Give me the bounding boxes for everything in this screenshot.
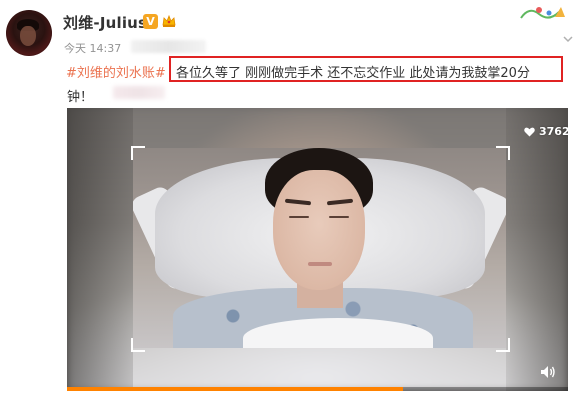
- crown-icon: [162, 14, 176, 27]
- video-progress-fill: [67, 387, 403, 391]
- eye-left: [289, 216, 309, 218]
- mouth: [308, 262, 332, 266]
- avatar-face: [20, 26, 36, 46]
- post-timestamp[interactable]: 今天 14:37: [64, 40, 121, 56]
- video-player[interactable]: 3762: [67, 108, 568, 391]
- eye-right: [329, 216, 349, 218]
- highlight-box: [169, 56, 563, 82]
- video-shade-right: [506, 108, 568, 391]
- like-count: 3762: [539, 125, 568, 138]
- post-text-tail: 钟！: [67, 90, 94, 105]
- decorative-banner-icon: [520, 7, 565, 19]
- blurred-source: [131, 40, 206, 53]
- volume-icon[interactable]: [540, 365, 556, 379]
- heart-icon: [524, 127, 535, 136]
- frame-corner-bottom-right: [496, 338, 510, 352]
- topic-link[interactable]: #刘维的刘水账#: [66, 62, 166, 81]
- user-name[interactable]: 刘维-Julius: [63, 12, 147, 33]
- verified-badge-icon: V: [143, 14, 158, 29]
- avatar[interactable]: [6, 10, 52, 56]
- like-counter[interactable]: 3762: [524, 125, 568, 138]
- frame-corner-top-left: [131, 146, 145, 160]
- weibo-post: 刘维-Julius V 今天 14:37 #刘维的刘水账# 各位久等了 刚刚做完…: [0, 0, 585, 400]
- video-progress-bar[interactable]: [67, 387, 568, 391]
- chevron-down-icon[interactable]: [563, 34, 573, 44]
- frame-corner-top-right: [496, 146, 510, 160]
- blurred-text: [113, 86, 165, 99]
- face: [273, 170, 365, 290]
- video-shade-left: [67, 108, 133, 391]
- video-frame: [133, 148, 506, 348]
- frame-corner-bottom-left: [131, 338, 145, 352]
